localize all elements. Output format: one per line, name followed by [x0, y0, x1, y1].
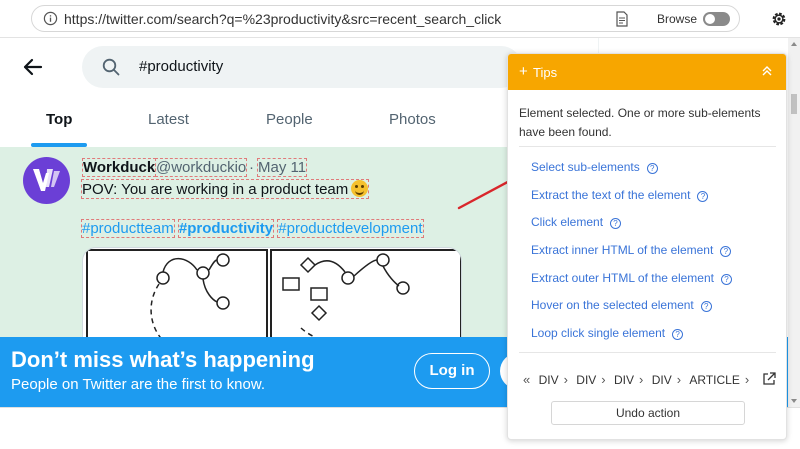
back-arrow-icon[interactable] — [23, 58, 43, 76]
hashtag-link[interactable]: #productdevelopment — [277, 219, 424, 238]
action-select-sub-elements[interactable]: Select sub-elements? — [531, 160, 658, 174]
undo-action-button[interactable]: Undo action — [551, 401, 745, 425]
screen: https://twitter.com/search?q=%23producti… — [0, 0, 800, 449]
action-hover[interactable]: Hover on the selected element? — [531, 298, 712, 312]
search-icon — [102, 58, 120, 76]
help-icon[interactable]: ? — [610, 218, 622, 229]
element-breadcrumb: « DIV › DIV › DIV › DIV › ARTICLE › — [521, 372, 751, 387]
divider — [519, 352, 776, 353]
breadcrumb-item[interactable]: ARTICLE — [689, 373, 739, 387]
help-icon[interactable]: ? — [672, 329, 684, 340]
tips-title: Tips — [533, 65, 558, 80]
external-link-icon[interactable] — [762, 372, 776, 386]
tweet-author-handle[interactable]: @workduckio — [154, 158, 248, 177]
browse-toggle[interactable] — [703, 12, 730, 26]
action-click-element[interactable]: Click element? — [531, 215, 622, 229]
action-extract-text[interactable]: Extract the text of the element? — [531, 188, 709, 202]
breadcrumb-item[interactable]: DIV — [576, 373, 596, 387]
help-icon[interactable]: ? — [720, 246, 732, 257]
help-icon[interactable]: ? — [700, 301, 712, 312]
tweet-date[interactable]: May 11 — [256, 158, 308, 177]
site-info-icon[interactable] — [43, 11, 58, 26]
tips-header[interactable]: + Tips — [508, 54, 786, 90]
tab-photos[interactable]: Photos — [389, 111, 436, 128]
plus-icon: + — [519, 63, 528, 80]
banner-title: Don’t miss what’s happening — [11, 347, 315, 372]
action-extract-inner-html[interactable]: Extract inner HTML of the element? — [531, 243, 732, 257]
page-scrollbar[interactable] — [788, 38, 800, 407]
chevron-right-icon: › — [601, 372, 606, 387]
action-label[interactable]: Click element — [531, 215, 603, 229]
help-icon[interactable]: ? — [720, 274, 732, 285]
address-bar[interactable]: https://twitter.com/search?q=%23producti… — [31, 5, 740, 32]
url-text[interactable]: https://twitter.com/search?q=%23producti… — [64, 11, 501, 27]
breadcrumb-item[interactable]: DIV — [614, 373, 634, 387]
tab-top[interactable]: Top — [46, 111, 72, 128]
action-label[interactable]: Loop click single element — [531, 326, 665, 340]
tips-panel: + Tips Element selected. One or more sub… — [507, 53, 787, 440]
hashtag-link[interactable]: #productteam — [81, 219, 175, 238]
chevron-right-icon: › — [563, 372, 568, 387]
action-label[interactable]: Extract outer HTML of the element — [531, 271, 714, 285]
tweet-hashtags: #productteam #productivity #productdevel… — [81, 219, 424, 238]
tweet-separator: · — [249, 159, 254, 176]
scroll-up-arrow-icon[interactable] — [791, 42, 797, 46]
tab-people[interactable]: People — [266, 111, 313, 128]
action-loop-click[interactable]: Loop click single element? — [531, 326, 684, 340]
divider — [519, 146, 776, 147]
action-label[interactable]: Select sub-elements — [531, 160, 640, 174]
smile-emoji-icon — [351, 180, 369, 197]
chevron-right-icon: › — [639, 372, 644, 387]
browse-label: Browse — [657, 12, 698, 26]
breadcrumb-back-icon[interactable]: « — [523, 372, 530, 387]
scroll-down-arrow-icon[interactable] — [791, 399, 797, 403]
tweet-text-content: POV: You are working in a product team — [82, 181, 349, 198]
login-button[interactable]: Log in — [414, 353, 490, 389]
tips-message: Element selected. One or more sub-elemen… — [519, 106, 761, 139]
breadcrumb-item[interactable]: DIV — [652, 373, 672, 387]
search-input[interactable]: #productivity — [139, 58, 223, 75]
search-box[interactable]: #productivity — [82, 46, 522, 88]
tweet-text: POV: You are working in a product team — [80, 179, 370, 199]
action-label[interactable]: Extract inner HTML of the element — [531, 243, 713, 257]
action-label[interactable]: Hover on the selected element — [531, 298, 694, 312]
gear-icon[interactable] — [770, 10, 788, 28]
banner-subtitle: People on Twitter are the first to know. — [11, 376, 266, 393]
help-icon[interactable]: ? — [697, 191, 709, 202]
collapse-chevrons-icon[interactable] — [762, 66, 772, 76]
workduck-logo-icon — [33, 169, 60, 191]
action-label[interactable]: Extract the text of the element — [531, 188, 690, 202]
reader-view-icon[interactable] — [614, 11, 630, 27]
tweet-author-name[interactable]: Workduck — [81, 158, 157, 177]
chevron-right-icon: › — [676, 372, 682, 387]
action-extract-outer-html[interactable]: Extract outer HTML of the element? — [531, 271, 732, 285]
tab-latest[interactable]: Latest — [148, 111, 189, 128]
chevron-right-icon: › — [744, 372, 750, 387]
scrollbar-thumb[interactable] — [791, 94, 797, 114]
hashtag-link[interactable]: #productivity — [177, 219, 275, 238]
help-icon[interactable]: ? — [646, 163, 658, 174]
breadcrumb-item[interactable]: DIV — [539, 373, 559, 387]
browser-toolbar: https://twitter.com/search?q=%23producti… — [0, 0, 800, 38]
avatar[interactable] — [23, 157, 70, 204]
